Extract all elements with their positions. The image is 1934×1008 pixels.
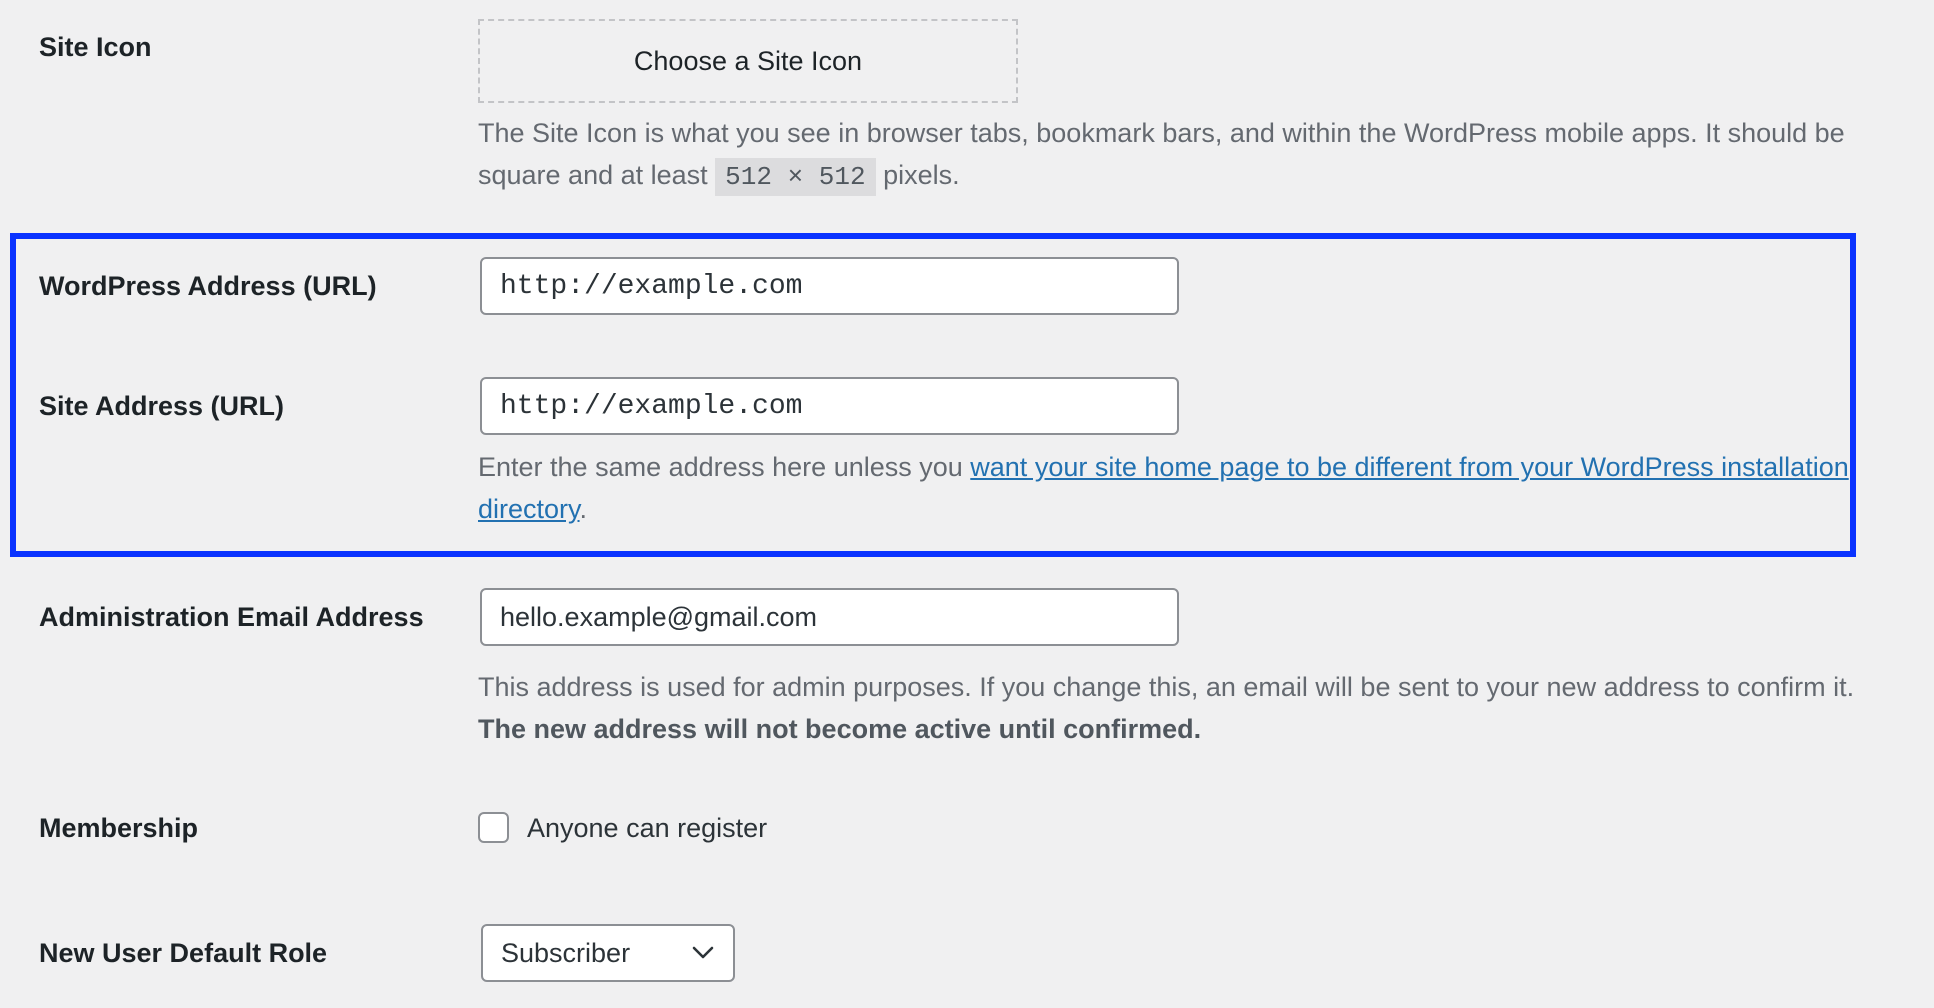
membership-label: Membership [39,813,199,843]
site-address-description: Enter the same address here unless you w… [478,446,1858,530]
site-address-description-end: . [579,494,588,524]
site-icon-description: The Site Icon is what you see in browser… [478,112,1918,198]
admin-email-label: Administration Email Address [39,602,424,632]
choose-site-icon-button[interactable]: Choose a Site Icon [478,19,1018,103]
anyone-can-register-checkbox[interactable] [478,812,509,843]
choose-site-icon-button-label: Choose a Site Icon [633,45,863,76]
admin-email-value: hello.example@gmail.com [500,601,818,632]
site-icon-description-text: The Site Icon is what you see in browser… [478,118,1845,190]
site-icon-label: Site Icon [39,32,152,62]
wordpress-address-label: WordPress Address (URL) [39,271,377,301]
anyone-can-register-label[interactable]: Anyone can register [527,810,767,846]
site-icon-description-end: pixels. [875,160,960,190]
admin-email-description: This address is used for admin purposes.… [478,666,1858,750]
chevron-down-icon [692,946,714,959]
site-address-description-text: Enter the same address here unless you [478,452,971,482]
site-address-input[interactable]: http://example.com [480,377,1179,435]
wordpress-address-input[interactable]: http://example.com [480,257,1179,315]
admin-email-description-bold: The new address will not become active u… [478,714,1202,744]
default-role-select[interactable]: Subscriber [481,924,735,982]
wordpress-address-value: http://example.com [500,270,803,302]
site-icon-size-code: 512 × 512 [715,158,876,196]
default-role-selected: Subscriber [501,937,631,968]
site-address-value: http://example.com [500,390,803,422]
default-role-label: New User Default Role [39,938,328,968]
admin-email-description-text: This address is used for admin purposes.… [478,672,1855,702]
admin-email-input[interactable]: hello.example@gmail.com [480,588,1179,646]
general-settings-page: Site Icon Choose a Site Icon The Site Ic… [0,0,1934,1008]
site-address-label: Site Address (URL) [39,391,285,421]
